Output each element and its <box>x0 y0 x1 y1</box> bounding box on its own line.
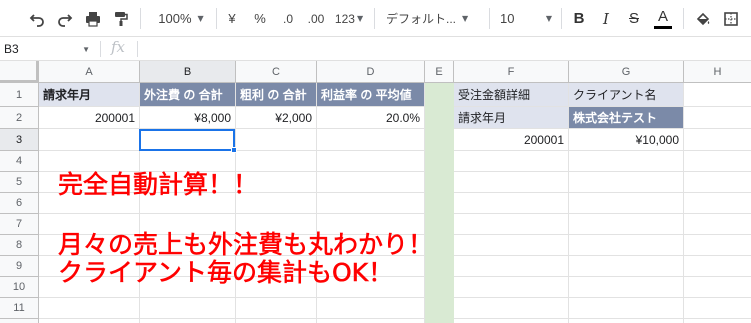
toolbar-divider <box>489 8 490 29</box>
percent-format-button[interactable]: % <box>250 0 270 37</box>
font-family-select[interactable]: デフォルト... ▼ <box>386 0 474 37</box>
select-all-corner[interactable] <box>0 61 39 83</box>
paint-format-icon[interactable] <box>110 0 132 37</box>
chevron-down-icon: ▼ <box>82 45 90 54</box>
column-header-b[interactable]: B <box>140 61 236 83</box>
italic-label: I <box>603 9 609 28</box>
row-header-4[interactable]: 4 <box>0 151 39 172</box>
percent-label: % <box>254 11 266 26</box>
row-header-3[interactable]: 3 <box>0 129 39 151</box>
gridline <box>39 213 751 214</box>
decrease-decimal-button[interactable]: .0 <box>276 0 300 37</box>
column-header-a[interactable]: A <box>39 61 140 83</box>
strikethrough-label: S <box>628 10 639 27</box>
row-header-9[interactable]: 9 <box>0 256 39 277</box>
sheet-grid: A B C D E F G H 1 2 3 4 5 6 7 8 9 10 11 … <box>0 61 751 323</box>
annotation-line-2: 月々の売上も外注費も丸わかり！ <box>58 230 434 259</box>
pivot1-header-margin[interactable]: 利益率 の 平均値 <box>317 83 424 106</box>
row-header-5[interactable]: 5 <box>0 172 39 193</box>
column-header-c[interactable]: C <box>236 61 317 83</box>
pivot2-label-details[interactable]: 受注金額詳細 <box>454 83 568 106</box>
undo-icon[interactable] <box>26 0 48 37</box>
row-header-8[interactable]: 8 <box>0 235 39 256</box>
text-color-button[interactable]: A <box>652 0 674 37</box>
toolbar: 100% ▼ ¥ % .0 .00 123 ▼ デフォルト... ▼ 10 ▼ … <box>0 0 751 37</box>
increase-decimal-button[interactable]: .00 <box>304 0 328 37</box>
gridline <box>39 297 751 298</box>
pivot2-header-month[interactable]: 請求年月 <box>454 107 568 128</box>
zoom-value: 100% <box>158 11 192 26</box>
gridline <box>39 318 751 319</box>
annotation-line-1: 完全自動計算！！ <box>58 170 259 199</box>
font-size-select[interactable]: 10 ▼ <box>500 0 552 37</box>
chevron-down-icon: ▼ <box>545 14 552 23</box>
pivot1-cell-gross-profit[interactable]: ¥2,000 <box>236 107 316 128</box>
row-header-11[interactable]: 11 <box>0 298 39 319</box>
pivot2-header-company[interactable]: 株式会社テスト <box>569 107 683 128</box>
gridline <box>683 83 684 323</box>
column-header-f[interactable]: F <box>454 61 569 83</box>
bold-label: B <box>573 10 585 27</box>
row-header-6[interactable]: 6 <box>0 193 39 214</box>
name-box-value: B3 <box>4 42 19 56</box>
font-family-value: デフォルト... <box>386 12 457 26</box>
currency-format-button[interactable]: ¥ <box>222 0 242 37</box>
row-header-1[interactable]: 1 <box>0 83 39 107</box>
formula-bar-divider <box>100 41 101 57</box>
strikethrough-button[interactable]: S <box>624 0 644 37</box>
row-header-7[interactable]: 7 <box>0 214 39 235</box>
text-color-label: A <box>657 7 668 25</box>
toolbar-divider <box>374 8 375 29</box>
decrease-decimal-label: .0 <box>282 11 293 26</box>
more-formats-button[interactable]: 123 ▼ <box>332 0 366 37</box>
column-header-d[interactable]: D <box>317 61 425 83</box>
pivot1-header-month[interactable]: 請求年月 <box>39 83 139 106</box>
column-header-e[interactable]: E <box>425 61 454 83</box>
increase-decimal-label: .00 <box>307 11 325 26</box>
active-cell-selection[interactable] <box>139 129 235 151</box>
print-icon[interactable] <box>82 0 104 37</box>
row-header-12[interactable] <box>0 319 39 323</box>
text-color-swatch <box>654 25 672 29</box>
pivot1-cell-outsourcing[interactable]: ¥8,000 <box>140 107 235 128</box>
redo-icon[interactable] <box>54 0 76 37</box>
borders-icon[interactable] <box>720 0 742 37</box>
formula-input[interactable] <box>140 37 751 61</box>
pivot2-cell-amount[interactable]: ¥10,000 <box>569 129 683 150</box>
toolbar-divider <box>216 8 217 29</box>
chevron-down-icon: ▼ <box>356 14 364 23</box>
toolbar-divider <box>561 8 562 29</box>
column-e-fill <box>425 83 454 323</box>
chevron-down-icon: ▼ <box>197 14 204 23</box>
fill-color-icon[interactable] <box>692 0 714 37</box>
pivot1-header-gross-profit[interactable]: 粗利 の 合計 <box>236 83 316 106</box>
more-formats-label: 123 <box>334 11 355 26</box>
pivot1-header-outsourcing[interactable]: 外注費 の 合計 <box>140 83 235 106</box>
zoom-select[interactable]: 100% ▼ <box>150 0 212 37</box>
pivot1-cell-month[interactable]: 200001 <box>39 107 139 128</box>
bold-button[interactable]: B <box>569 0 589 37</box>
chevron-down-icon: ▼ <box>462 14 469 23</box>
fill-handle[interactable] <box>231 147 237 153</box>
pivot2-cell-month[interactable]: 200001 <box>454 129 568 150</box>
formula-bar-divider <box>137 41 138 57</box>
column-header-g[interactable]: G <box>569 61 684 83</box>
formula-bar: B3 ▼ fx <box>0 37 751 61</box>
toolbar-divider <box>683 8 684 29</box>
fx-icon: fx <box>111 38 126 56</box>
row-header-2[interactable]: 2 <box>0 107 39 129</box>
toolbar-divider <box>140 8 141 29</box>
pivot2-label-client[interactable]: クライアント名 <box>569 83 683 106</box>
italic-button[interactable]: I <box>596 0 616 37</box>
column-header-h[interactable]: H <box>684 61 751 83</box>
pivot1-cell-margin[interactable]: 20.0% <box>317 107 424 128</box>
font-size-value: 10 <box>500 11 515 26</box>
currency-label: ¥ <box>228 11 236 26</box>
annotation-line-3: クライアント毎の集計もOK！ <box>58 258 394 287</box>
name-box[interactable]: B3 ▼ <box>0 37 100 61</box>
row-header-10[interactable]: 10 <box>0 277 39 298</box>
